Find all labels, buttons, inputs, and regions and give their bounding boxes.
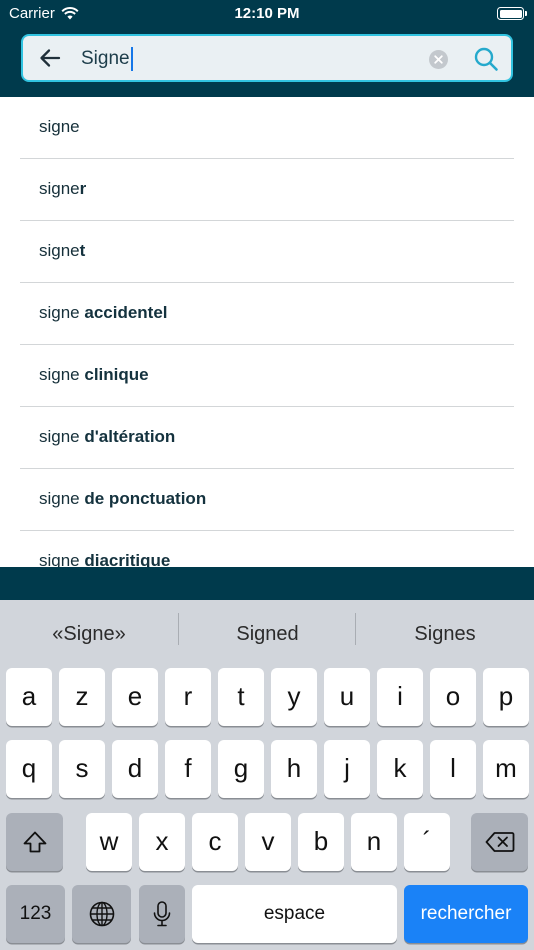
clear-icon[interactable] [429,50,448,69]
suggestion-row[interactable]: signe accidentel [20,283,514,345]
key[interactable]: q [6,740,52,798]
suggestion-text: signet [39,241,86,260]
key[interactable]: j [324,740,370,798]
key[interactable]: r [165,668,211,726]
key[interactable]: x [139,813,185,871]
globe-key[interactable] [72,885,131,943]
key[interactable]: e [112,668,158,726]
suggestion-text: signer [39,179,87,198]
status-bar: Carrier 12:10 PM [0,0,534,28]
key[interactable]: f [165,740,211,798]
suggestion-row[interactable]: signe clinique [20,345,514,407]
back-arrow-icon[interactable] [39,48,61,68]
text-caret [130,47,133,71]
suggestion-row[interactable]: signe diacritique [20,531,514,567]
key[interactable]: b [298,813,344,871]
key[interactable]: v [245,813,291,871]
suggestion-row[interactable]: signer [20,159,514,221]
search-icon[interactable] [473,46,499,72]
key[interactable]: y [271,668,317,726]
dictation-key[interactable] [139,885,185,943]
key[interactable]: a [6,668,52,726]
suggestion-text: signe [39,117,80,136]
predictive-suggestion[interactable]: Signed [179,619,356,649]
key[interactable]: s [59,740,105,798]
search-input[interactable]: Signe [81,47,133,71]
search-input-value: Signe [81,48,130,69]
key[interactable]: k [377,740,423,798]
key[interactable]: ´ [404,813,450,871]
key[interactable]: m [483,740,529,798]
suggestion-row[interactable]: signe de ponctuation [20,469,514,531]
key[interactable]: z [59,668,105,726]
shift-key[interactable] [6,813,63,871]
microphone-icon [153,901,171,927]
key[interactable]: l [430,740,476,798]
suggestion-text: signe diacritique [39,551,171,567]
predictive-suggestion[interactable]: Signes [356,619,534,649]
suggestion-text: signe de ponctuation [39,489,207,508]
keyboard: «Signe» Signed Signes a z e r t y u i o … [0,600,534,950]
suggestion-list: signe signer signet signe accidentel sig… [0,97,534,567]
results-footer-band [0,567,534,600]
key[interactable]: d [112,740,158,798]
battery-icon [497,7,527,20]
numbers-key[interactable]: 123 [6,885,65,943]
key[interactable]: g [218,740,264,798]
search-field[interactable]: Signe [21,34,513,82]
key[interactable]: h [271,740,317,798]
predictive-suggestion[interactable]: «Signe» [0,619,178,649]
shift-icon [23,831,46,853]
key[interactable]: n [351,813,397,871]
key[interactable]: c [192,813,238,871]
clock: 12:10 PM [234,5,300,22]
suggestion-text: signe clinique [39,365,149,384]
search-return-key[interactable]: rechercher [404,885,528,943]
backspace-key[interactable] [471,813,528,871]
suggestion-text: signe accidentel [39,303,168,322]
key[interactable]: i [377,668,423,726]
suggestion-row[interactable]: signet [20,221,514,283]
key[interactable]: u [324,668,370,726]
search-header: Signe [0,28,534,97]
key[interactable]: t [218,668,264,726]
space-key[interactable]: espace [192,885,397,943]
suggestion-row[interactable]: signe d'altération [20,407,514,469]
key[interactable]: w [86,813,132,871]
key[interactable]: o [430,668,476,726]
globe-icon [89,901,114,927]
key[interactable]: p [483,668,529,726]
suggestion-row[interactable]: signe [20,97,514,159]
suggestion-text: signe d'altération [39,427,176,446]
backspace-icon [485,832,514,852]
